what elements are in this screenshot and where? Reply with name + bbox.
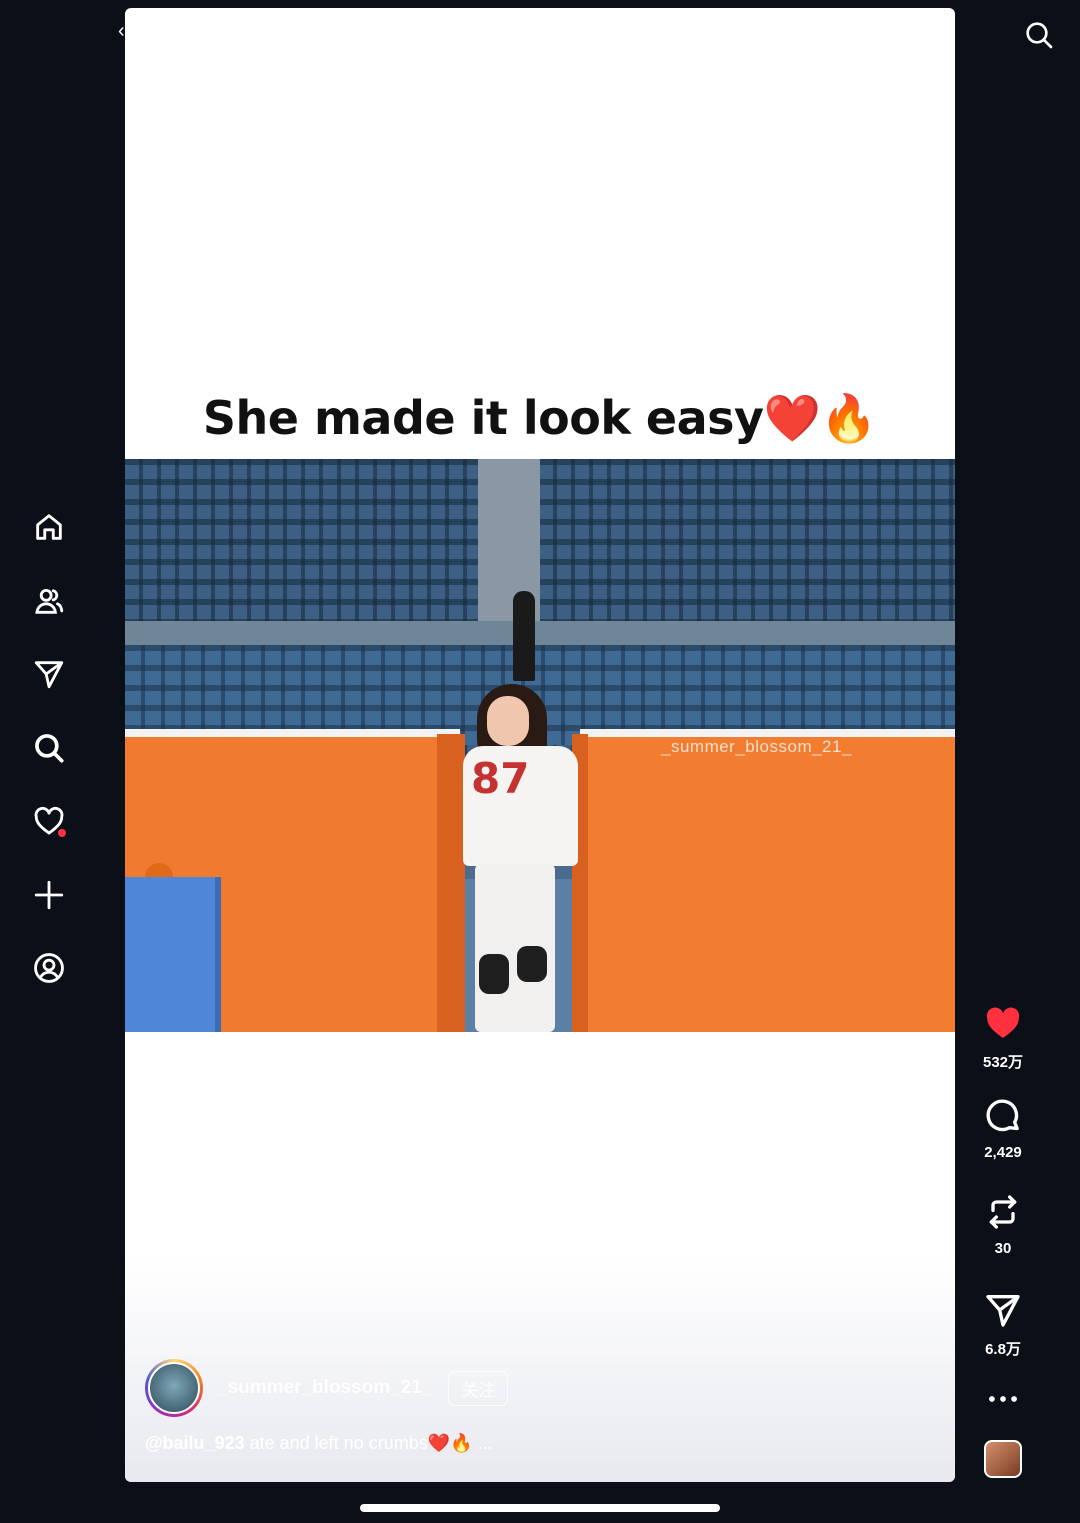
knee-pad-left [479,954,509,994]
video-caption-emojis: ❤️🔥 [763,391,878,445]
search-icon [1026,22,1053,49]
friends-icon [35,588,64,614]
stadium-rail [125,621,955,645]
repost-button[interactable]: 30 [970,1192,1036,1257]
runner-face [487,696,529,746]
profile-icon [34,953,64,983]
post-caption[interactable]: @bailu_923 ate and left no crumbs❤️🔥 ... [145,1433,493,1454]
notification-dot [58,829,66,837]
like-count: 532万 [982,1054,1024,1071]
blue-block [125,877,221,1032]
more-icon [989,1396,1017,1402]
cameraman-figure [513,591,535,681]
jersey-number: 87 [471,754,530,803]
share-count: 6.8万 [985,1341,1021,1358]
video-caption-overlay: She made it look easy❤️🔥 [125,391,955,446]
runner-figure: 87 [455,684,585,1032]
like-button[interactable]: 532万 [970,1003,1036,1072]
author-avatar[interactable] [145,1359,203,1417]
send-icon [34,661,64,689]
home-icon [36,514,62,540]
comment-button[interactable]: 2,429 [970,1096,1036,1161]
repost-icon [989,1195,1017,1229]
send-icon [986,1295,1020,1327]
author-row: _summer_blossom_21_ 关注 [145,1358,509,1418]
video-watermark: _summer_blossom_21_ [661,737,852,756]
video-frame: 87 _summer_blossom_21_ [125,459,955,1032]
author-username[interactable]: _summer_blossom_21_ [217,1377,432,1399]
sidebar-item-messages[interactable] [22,647,76,701]
caption-text: ate and left no crumbs❤️🔥 ... [244,1433,493,1453]
audio-thumbnail[interactable] [984,1440,1022,1478]
sidebar-item-notifications[interactable] [22,794,76,848]
home-indicator[interactable] [360,1504,720,1512]
video-player[interactable]: She made it look easy❤️🔥 87 _summer_blos… [125,8,955,1482]
search-icon [35,733,64,763]
sidebar-item-create[interactable] [22,868,76,922]
sidebar-item-friends[interactable] [22,574,76,628]
create-icon [34,880,64,909]
share-button[interactable]: 6.8万 [970,1290,1036,1359]
follow-button[interactable]: 关注 [448,1370,509,1406]
caption-mention[interactable]: @bailu_923 [145,1433,245,1453]
repost-count: 30 [994,1240,1012,1257]
more-options-button[interactable] [970,1380,1036,1418]
heart-filled-icon [986,1007,1020,1038]
sidebar-nav [22,500,76,1015]
top-search-button[interactable] [1018,14,1060,56]
reels-screen: ‹ She made it look easy❤️🔥 87 _summer_bl… [0,0,1080,1523]
sidebar-item-search[interactable] [22,721,76,775]
comment-count: 2,429 [984,1144,1022,1161]
sidebar-item-home[interactable] [22,500,76,554]
comment-icon [986,1099,1019,1132]
knee-pad-right [517,946,547,982]
video-caption-text: She made it look easy [202,391,764,445]
orange-wall-right [580,729,955,1032]
sidebar-item-profile[interactable] [22,941,76,995]
